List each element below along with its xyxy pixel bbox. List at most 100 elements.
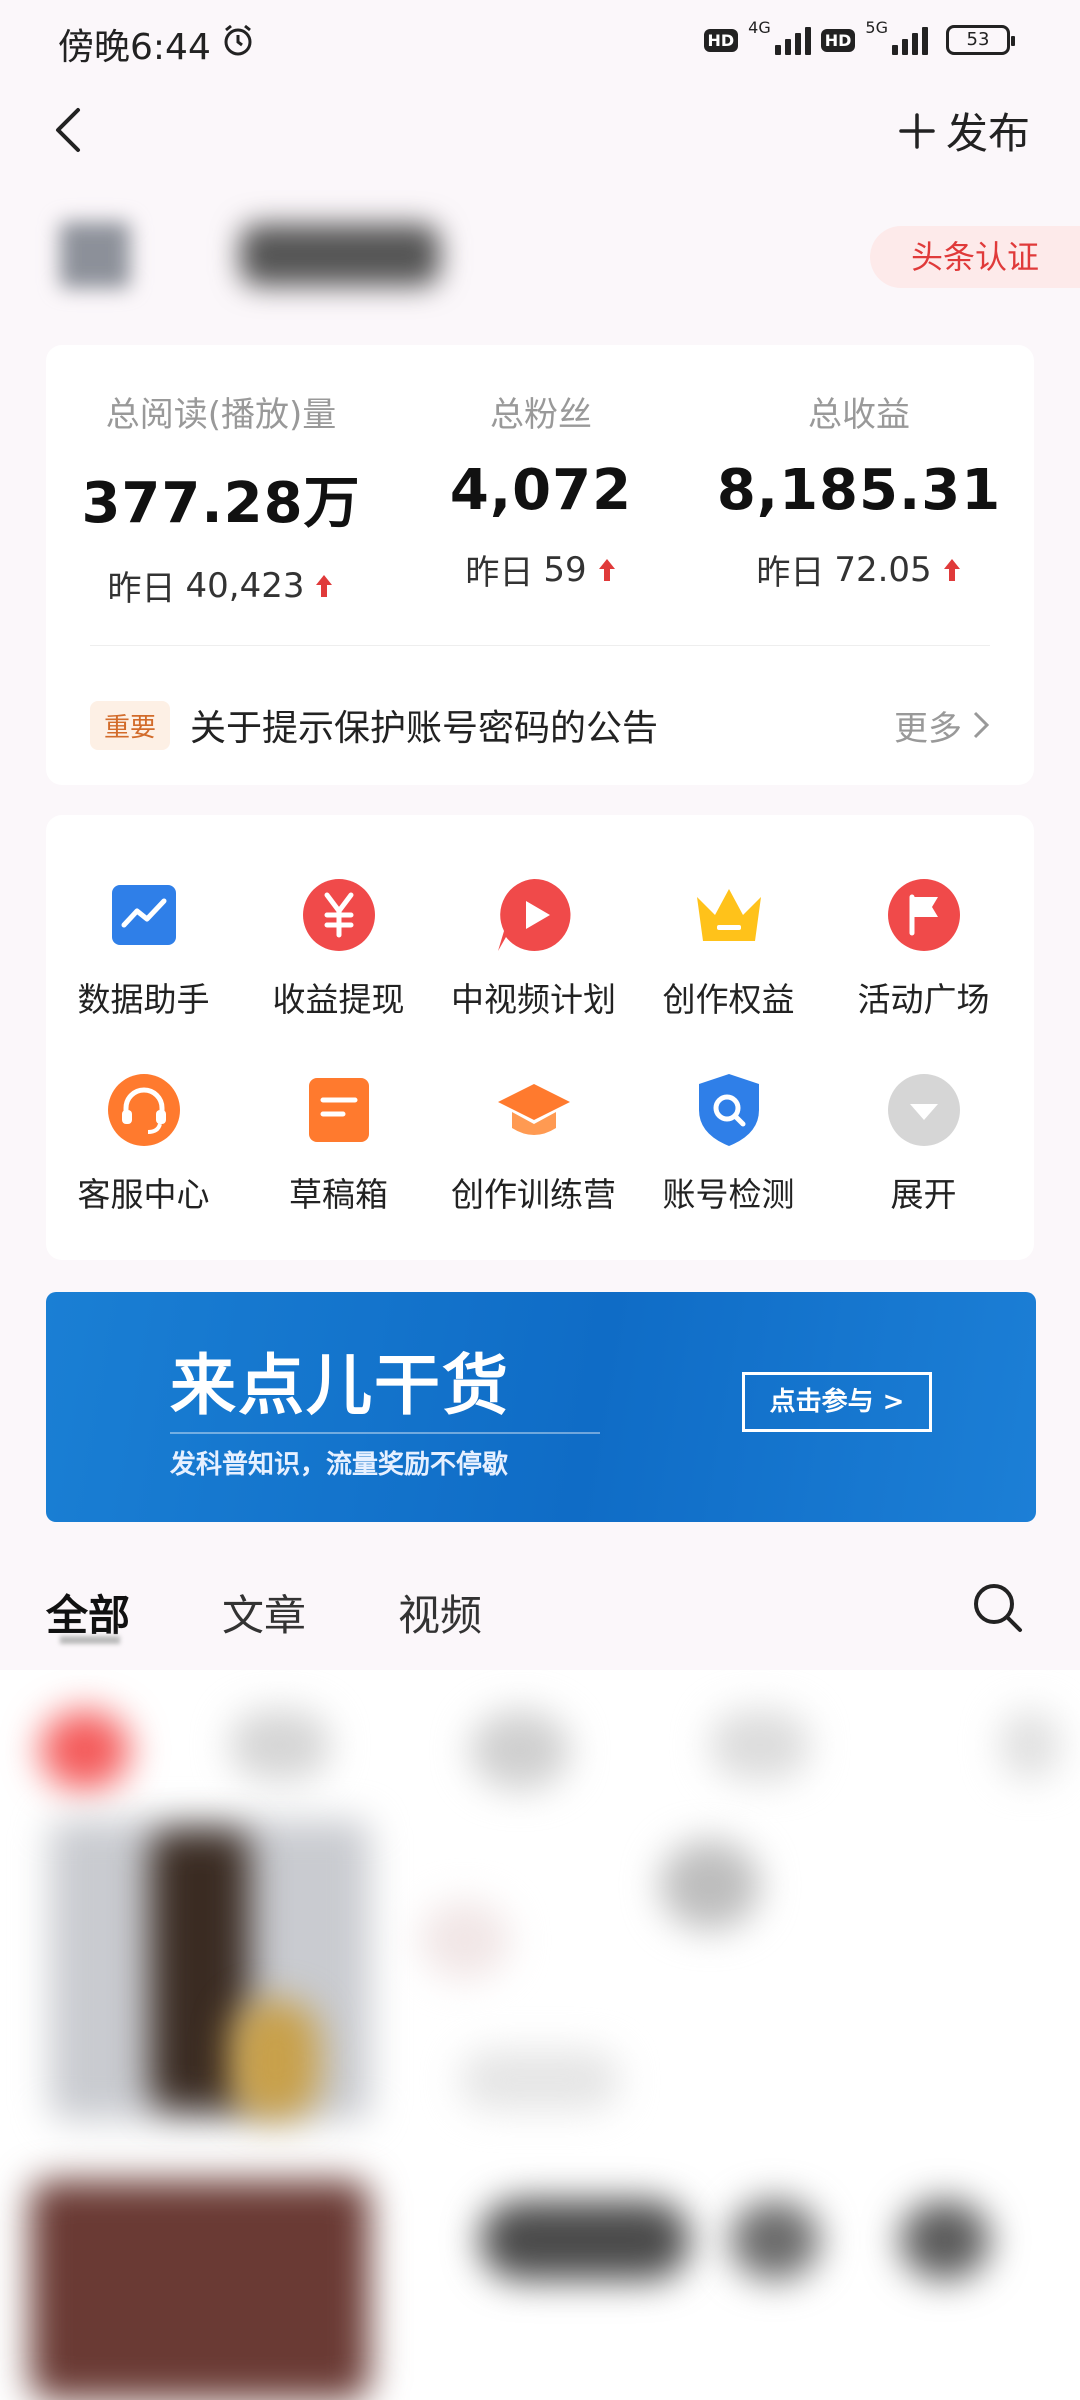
banner-join-button[interactable]: 点击参与 > (742, 1372, 932, 1432)
banner-divider (170, 1432, 600, 1434)
crown-icon (696, 889, 761, 941)
tool-label: 客服中心 (77, 1175, 210, 1214)
yesterday-label: 昨日 (107, 569, 176, 609)
tab-indicator (60, 1636, 120, 1644)
blurred-thumbnail (30, 2180, 370, 2400)
blurred-text (420, 1900, 510, 1980)
stat-earnings[interactable]: 总收益 8,185.31 昨日 72.05 (694, 387, 1024, 594)
stat-yesterday: 昨日 59 (376, 545, 706, 594)
tools-grid: 数据助手 收益提现 中视频计划 创作权益 活动广场 客服中心 草稿箱 创作训练营… (46, 815, 1034, 1260)
hd-badge: HD (703, 28, 739, 52)
blurred-text (730, 2200, 820, 2280)
content-list (0, 1670, 1080, 2400)
tool-events[interactable]: 活动广场 (826, 875, 1021, 1021)
plus-icon (899, 112, 935, 149)
shield-search-icon (698, 1074, 759, 1146)
stat-label: 总收益 (808, 395, 910, 435)
certification-badge[interactable]: 头条认证 (870, 226, 1080, 288)
tool-label: 中视频计划 (451, 980, 616, 1019)
status-indicators: HD 4G HD 5G 53 (703, 18, 1015, 62)
stat-reads[interactable]: 总阅读(播放)量 377.28万 昨日 40,423 (56, 387, 386, 610)
top-nav: 发布 (0, 80, 1080, 180)
flag-icon (887, 879, 960, 951)
stat-value: 4,072 (449, 458, 633, 523)
tool-mid-video[interactable]: 中视频计划 (436, 875, 631, 1021)
tool-drafts[interactable]: 草稿箱 (241, 1070, 436, 1216)
stat-value: 377.28万 (81, 471, 361, 536)
blurred-thumbnail (230, 2000, 320, 2120)
blurred-text (660, 1840, 760, 1930)
signal-icon (774, 25, 811, 55)
expand-down-icon (887, 1074, 960, 1146)
stat-label: 总粉丝 (490, 395, 592, 435)
banner-title: 来点儿干货 (170, 1347, 510, 1424)
graduation-cap-icon (497, 1084, 570, 1135)
tool-label: 收益提现 (272, 980, 405, 1019)
chevron-left-icon[interactable] (40, 100, 100, 160)
stats-card: 总阅读(播放)量 377.28万 昨日 40,423 总粉丝 4,072 昨日 … (46, 345, 1034, 785)
blurred-text (480, 2200, 690, 2280)
video-play-icon (497, 878, 570, 951)
tool-label: 账号检测 (662, 1175, 795, 1214)
tool-training-camp[interactable]: 创作训练营 (436, 1070, 631, 1216)
tool-customer-service[interactable]: 客服中心 (46, 1070, 241, 1216)
notice-row[interactable]: 重要 关于提示保护账号密码的公告 更多 (90, 675, 990, 775)
signal-icon (892, 25, 928, 55)
blurred-text (230, 1710, 330, 1780)
tool-withdraw[interactable]: 收益提现 (241, 875, 436, 1021)
network-type: 5G (865, 18, 888, 37)
tool-label: 活动广场 (857, 980, 990, 1019)
more-link[interactable]: 更多 (894, 701, 990, 750)
username[interactable] (240, 224, 440, 286)
tab-videos[interactable]: 视频 (398, 1582, 482, 1643)
yesterday-value: 72.05 (834, 549, 932, 590)
avatar[interactable] (60, 222, 130, 288)
stat-yesterday: 昨日 72.05 (694, 545, 1024, 594)
tab-all[interactable]: 全部 (46, 1582, 130, 1643)
status-bar: 傍晚6:44 HD 4G HD 5G 53 (0, 0, 1080, 80)
arrow-up-icon (943, 558, 960, 581)
search-icon[interactable] (970, 1580, 1026, 1636)
publish-label: 发布 (945, 109, 1030, 158)
tool-expand[interactable]: 展开 (826, 1070, 1021, 1216)
alarm-icon (224, 24, 252, 56)
blurred-text (470, 1710, 570, 1790)
blurred-text (900, 2200, 990, 2280)
tab-articles[interactable]: 文章 (222, 1582, 306, 1643)
arrow-up-icon (316, 574, 333, 597)
hd-badge: HD (820, 28, 856, 52)
stat-fans[interactable]: 总粉丝 4,072 昨日 59 (376, 387, 706, 594)
stat-label: 总阅读(播放)量 (105, 395, 337, 435)
arrow-up-icon (598, 558, 615, 581)
stat-value: 8,185.31 (716, 458, 1002, 523)
yuan-icon (302, 879, 375, 951)
blurred-avatar (40, 1710, 130, 1790)
publish-button[interactable]: 发布 (898, 100, 1030, 161)
yesterday-value: 40,423 (185, 565, 305, 606)
yesterday-label: 昨日 (756, 553, 825, 593)
tool-label: 创作训练营 (451, 1175, 616, 1214)
chevron-right-icon (973, 711, 990, 739)
profile-row: 头条认证 (0, 200, 1080, 310)
battery-icon: 53 (946, 25, 1015, 55)
draft-icon (308, 1078, 369, 1142)
tool-label: 草稿箱 (289, 1175, 388, 1214)
network-type: 4G (748, 18, 771, 37)
promo-banner[interactable]: 来点儿干货 发科普知识，流量奖励不停歇 点击参与 > (46, 1292, 1036, 1522)
content-tabs: 全部 文章 视频 (0, 1560, 1080, 1670)
chart-icon (111, 885, 176, 945)
tool-data-assistant[interactable]: 数据助手 (46, 875, 241, 1021)
yesterday-value: 59 (543, 549, 587, 590)
divider (90, 645, 990, 646)
tool-label: 展开 (890, 1175, 957, 1214)
blurred-text (460, 2050, 620, 2110)
blurred-text (710, 1710, 810, 1780)
yesterday-label: 昨日 (465, 553, 534, 593)
tool-creator-rights[interactable]: 创作权益 (631, 875, 826, 1021)
tool-account-check[interactable]: 账号检测 (631, 1070, 826, 1216)
headset-icon (107, 1074, 180, 1146)
important-tag: 重要 (90, 700, 171, 750)
status-time: 傍晚6:44 (58, 27, 211, 68)
blurred-text (1000, 1710, 1060, 1780)
stat-yesterday: 昨日 40,423 (56, 561, 386, 610)
